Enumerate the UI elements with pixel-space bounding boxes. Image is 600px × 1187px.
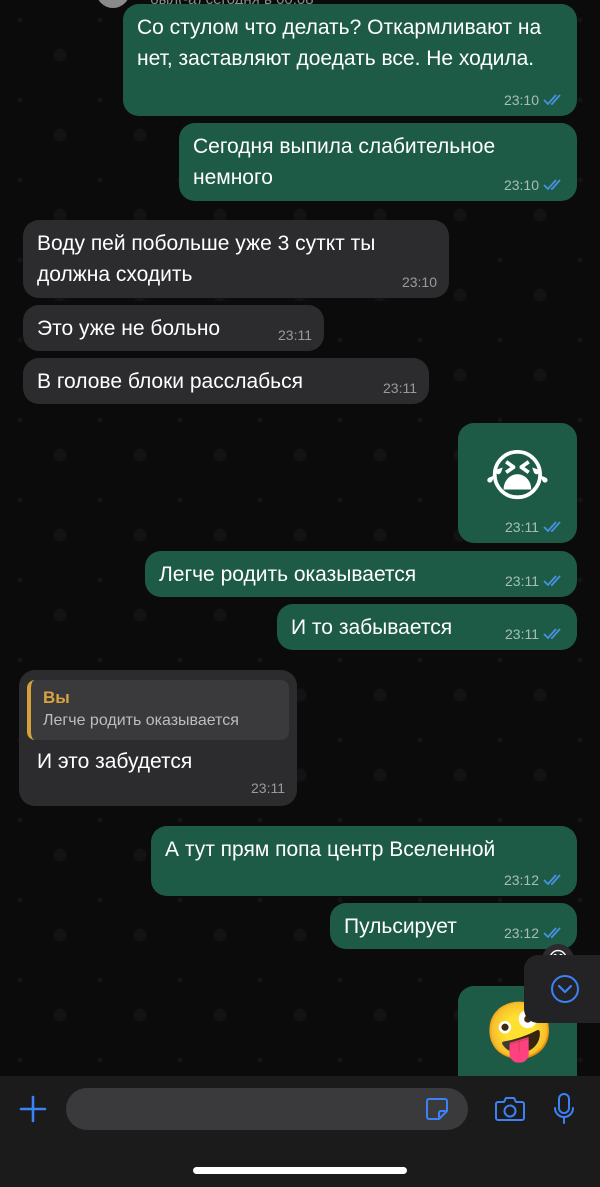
quoted-message[interactable]: Вы Легче родить оказывается bbox=[27, 680, 289, 740]
message-meta: 23:12 bbox=[504, 925, 565, 941]
message-meta: 23:11 bbox=[278, 327, 312, 343]
message-meta: 23:10 bbox=[504, 92, 565, 108]
double-check-icon bbox=[543, 874, 561, 886]
outgoing-message[interactable]: Легче родить оказывается 23:11 bbox=[145, 551, 577, 597]
message-meta: 23:10 bbox=[402, 274, 437, 290]
message-meta: 23:11 bbox=[505, 519, 565, 535]
message-time: 23:10 bbox=[401, 274, 437, 290]
message-time: 23:11 bbox=[251, 780, 285, 796]
scroll-to-bottom-button[interactable] bbox=[524, 955, 600, 1023]
incoming-reply-message[interactable]: Вы Легче родить оказывается И это забуде… bbox=[19, 670, 297, 806]
message-time: 23:11 bbox=[505, 519, 539, 535]
message-input[interactable] bbox=[66, 1088, 468, 1130]
home-indicator bbox=[193, 1167, 407, 1174]
sticker-icon[interactable] bbox=[424, 1096, 450, 1122]
avatar[interactable] bbox=[96, 0, 130, 8]
quote-text: Легче родить оказывается bbox=[43, 712, 239, 729]
message-time: 23:12 bbox=[503, 872, 539, 888]
double-check-icon bbox=[543, 628, 561, 640]
message-meta: 23:11 bbox=[505, 626, 565, 642]
message-text: И это забудется bbox=[37, 750, 193, 773]
message-time: 23:11 bbox=[505, 626, 539, 642]
crying-face-emoji: 😭 bbox=[484, 444, 551, 507]
message-meta: 23:11 bbox=[383, 380, 417, 396]
outgoing-emoji-message[interactable]: 😭 23:11 bbox=[458, 423, 577, 543]
outgoing-message[interactable]: Пульсирует 23:12 bbox=[330, 903, 577, 949]
quote-author: Вы bbox=[43, 688, 70, 707]
message-text: Сегодня выпила слабительное немного bbox=[193, 135, 496, 189]
message-time: 23:12 bbox=[503, 925, 539, 941]
double-check-icon bbox=[543, 575, 561, 587]
outgoing-message[interactable]: И то забывается 23:11 bbox=[277, 604, 577, 650]
message-time: 23:10 bbox=[503, 92, 539, 108]
camera-icon[interactable] bbox=[494, 1094, 526, 1124]
message-time: 23:10 bbox=[503, 177, 539, 193]
message-time: 23:11 bbox=[505, 573, 539, 589]
outgoing-message[interactable]: Сегодня выпила слабительное немного 23:1… bbox=[179, 123, 577, 201]
double-check-icon bbox=[543, 94, 561, 106]
double-check-icon bbox=[543, 521, 561, 533]
mic-icon[interactable] bbox=[552, 1092, 576, 1126]
message-meta: 23:10 bbox=[504, 177, 565, 193]
message-meta: 23:12 bbox=[504, 872, 565, 888]
message-time: 23:11 bbox=[383, 380, 417, 396]
double-check-icon bbox=[543, 179, 561, 191]
message-time: 23:11 bbox=[278, 327, 312, 343]
incoming-message[interactable]: Воду пей побольше уже 3 суткт ты должна … bbox=[23, 220, 449, 298]
message-meta: 23:11 bbox=[251, 780, 285, 796]
message-text: Легче родить оказывается bbox=[159, 563, 417, 586]
message-input-bar bbox=[0, 1076, 600, 1187]
chevron-down-icon bbox=[551, 975, 579, 1003]
message-text: Это уже не больно bbox=[37, 317, 221, 340]
message-text: В голове блоки расслабься bbox=[37, 370, 303, 393]
outgoing-message[interactable]: А тут прям попа центр Вселенной 23:12 bbox=[151, 826, 577, 896]
message-text: А тут прям попа центр Вселенной bbox=[165, 838, 496, 861]
message-text: Воду пей побольше уже 3 суткт ты должна … bbox=[37, 232, 376, 286]
message-meta: 23:11 bbox=[505, 573, 565, 589]
incoming-message[interactable]: Это уже не больно 23:11 bbox=[23, 305, 324, 351]
outgoing-message[interactable]: Со стулом что делать? Откармливают на не… bbox=[123, 4, 577, 116]
plus-icon[interactable] bbox=[18, 1094, 48, 1124]
message-text: Со стулом что делать? Откармливают на не… bbox=[137, 16, 542, 70]
double-check-icon bbox=[543, 927, 561, 939]
incoming-message[interactable]: В голове блоки расслабься 23:11 bbox=[23, 358, 429, 404]
